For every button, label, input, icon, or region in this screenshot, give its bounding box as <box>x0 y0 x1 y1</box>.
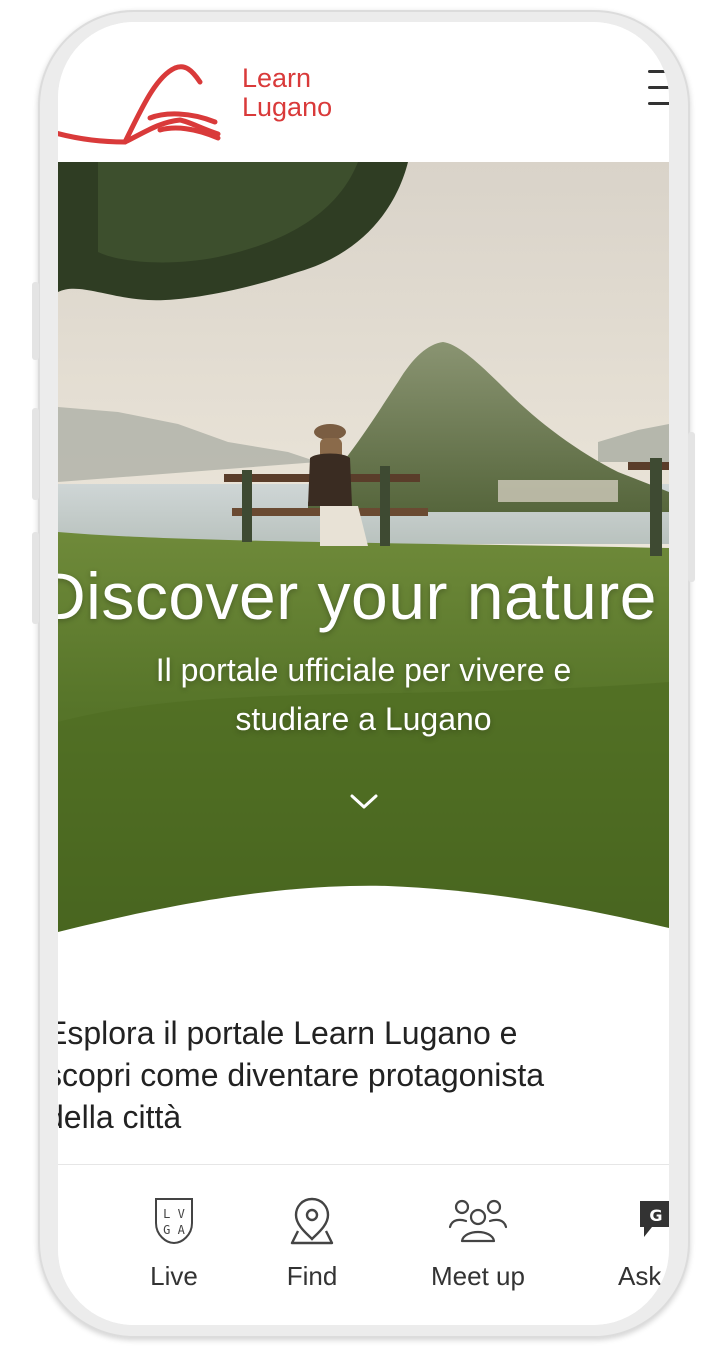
people-group-icon <box>418 1197 538 1245</box>
nav-item-ask[interactable]: G Ask <box>592 1165 669 1305</box>
map-pin-icon <box>252 1197 372 1245</box>
learn-lugano-logo[interactable] <box>58 42 230 157</box>
phone-side-button-power <box>688 432 695 582</box>
logo-line-lugano: Lugano <box>242 92 333 122</box>
phone-side-button-volume-up <box>32 408 39 500</box>
hero-landscape-image <box>58 162 669 942</box>
hero-subtitle: Il portale ufficiale per vivere e studia… <box>58 646 669 744</box>
intro-line-1: Esplora il portale Learn Lugano e <box>58 1015 518 1051</box>
nav-label-live: Live <box>150 1261 198 1291</box>
book-mountain-logo-icon <box>58 64 221 145</box>
intro-text: Esplora il portale Learn Lugano e scopri… <box>58 1012 669 1138</box>
hamburger-menu-icon[interactable] <box>648 66 669 112</box>
phone-side-button-volume-down <box>32 532 39 624</box>
hero-subtitle-line1: Il portale ufficiale per vivere e <box>155 652 572 688</box>
hero-title: Discover your nature <box>58 559 657 633</box>
nav-item-meet-up[interactable]: Meet up <box>418 1165 538 1305</box>
intro-line-3: della città <box>58 1099 182 1135</box>
site-header: Learn Lugano <box>58 22 669 162</box>
hero-section: Discover your nature Il portale ufficial… <box>58 162 669 942</box>
nav-label-ask: Ask <box>618 1261 662 1291</box>
intro-line-2: scopri come diventare protagonista <box>58 1057 545 1093</box>
svg-text:L V: L V <box>163 1207 185 1221</box>
hero-subtitle-line2: studiare a Lugano <box>235 701 492 737</box>
app-screen: Learn Lugano Discover your nature Il por… <box>58 22 669 1325</box>
nav-label-find: Find <box>286 1261 338 1291</box>
nav-item-live[interactable]: L V G A Live <box>114 1165 234 1305</box>
chat-bubble-icon: G <box>592 1197 669 1245</box>
nav-item-find[interactable]: Find <box>252 1165 372 1305</box>
logo-wordmark[interactable]: Learn Lugano <box>242 64 332 122</box>
nav-label-meet-up: Meet up <box>431 1261 525 1291</box>
phone-side-button-silent <box>32 282 39 360</box>
svg-text:G A: G A <box>163 1223 185 1237</box>
lvga-badge-icon: L V G A <box>114 1197 234 1245</box>
logo-line-learn: Learn <box>242 63 312 93</box>
svg-text:G: G <box>649 1206 662 1225</box>
bottom-navigation: L V G A Live Find Meet up G Ask <box>58 1164 669 1325</box>
